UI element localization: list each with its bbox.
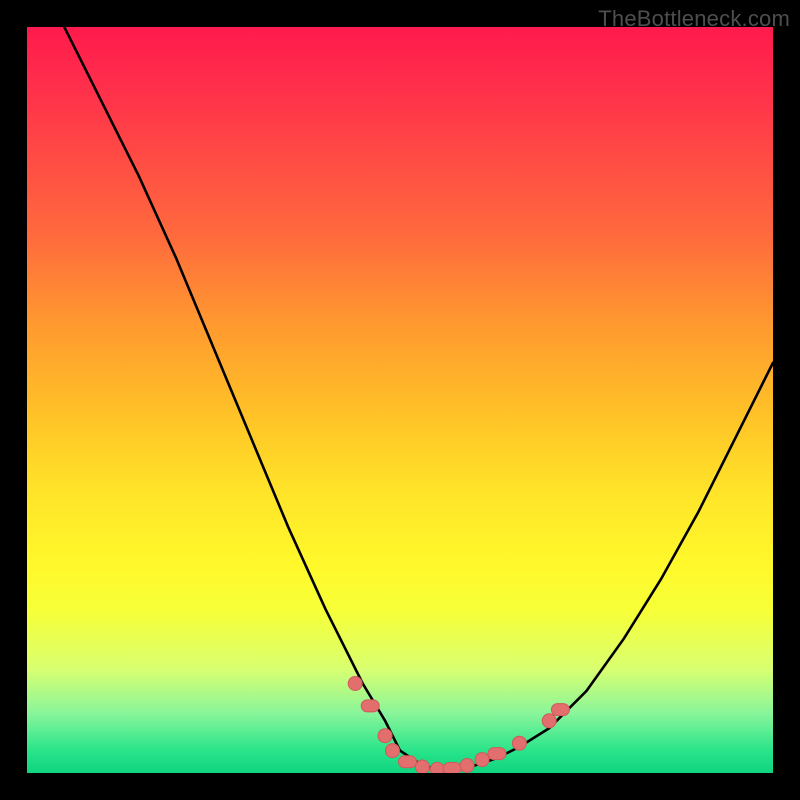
data-marker — [386, 744, 400, 758]
chart-frame: TheBottleneck.com — [0, 0, 800, 800]
data-marker — [512, 736, 526, 750]
data-marker — [378, 729, 392, 743]
data-marker — [551, 704, 569, 716]
data-marker — [430, 762, 444, 773]
data-marker — [415, 760, 429, 773]
bottleneck-curve — [64, 27, 773, 769]
marker-group — [348, 677, 569, 774]
data-marker — [361, 700, 379, 712]
chart-svg — [27, 27, 773, 773]
data-marker — [475, 753, 489, 767]
chart-plot-area — [27, 27, 773, 773]
data-marker — [399, 756, 417, 768]
data-marker — [460, 759, 474, 773]
watermark-text: TheBottleneck.com — [598, 6, 790, 32]
data-marker — [542, 714, 556, 728]
data-marker — [348, 677, 362, 691]
data-marker — [443, 763, 461, 774]
data-marker — [488, 748, 506, 760]
